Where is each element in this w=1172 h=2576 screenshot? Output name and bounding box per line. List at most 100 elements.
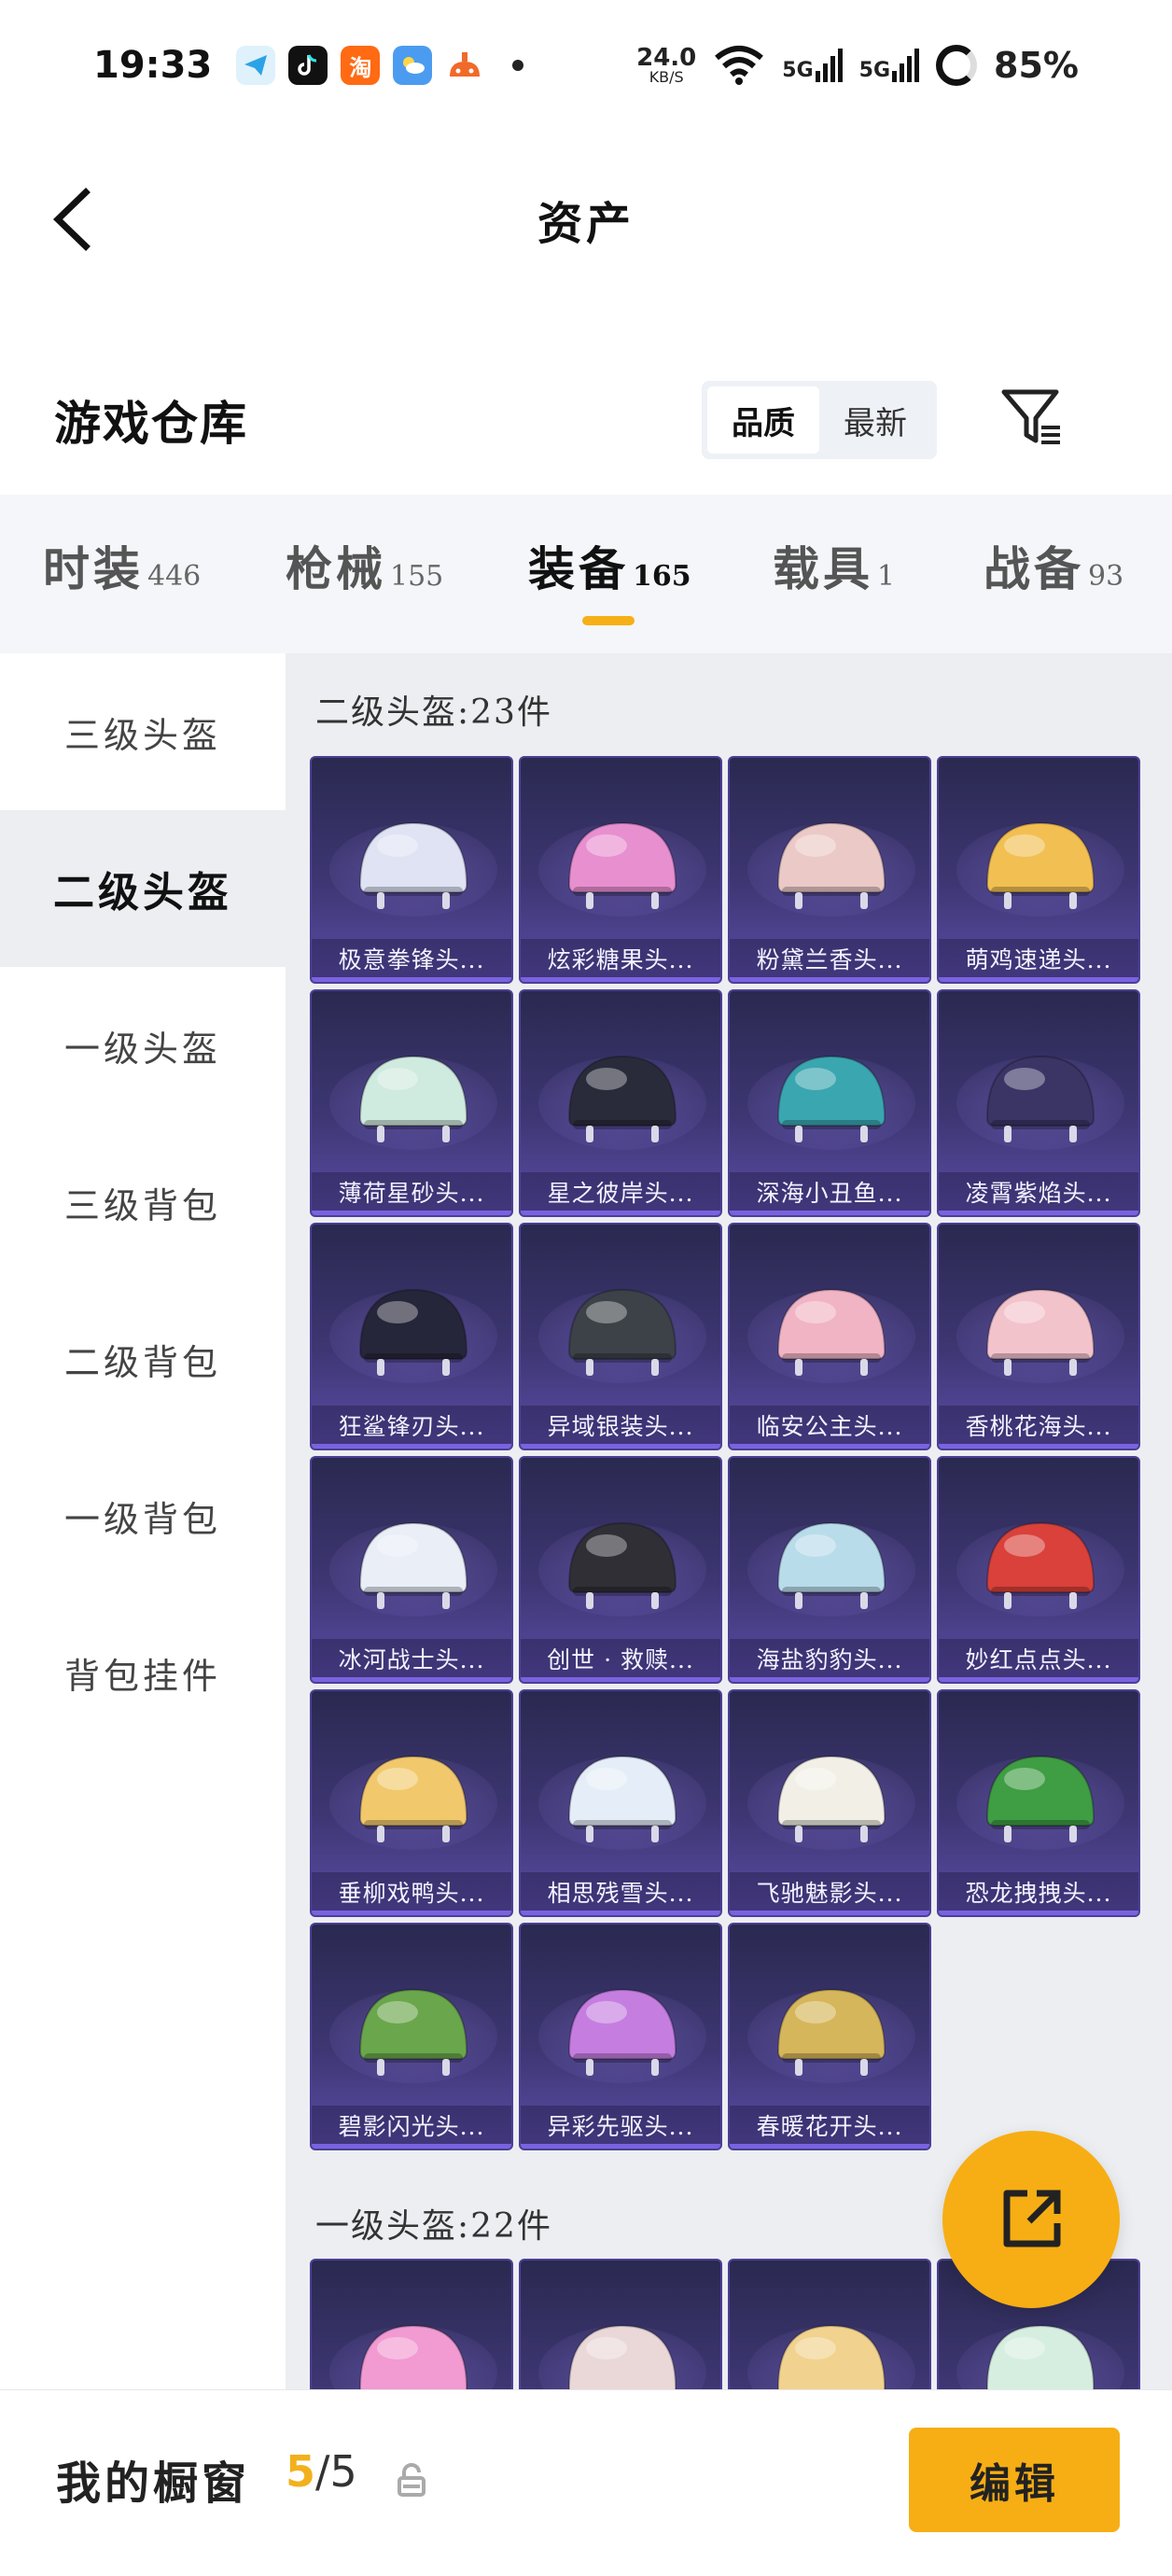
helmet-item-card[interactable]: 香桃花海头... bbox=[937, 1223, 1140, 1450]
helmet-item-card[interactable] bbox=[728, 2259, 931, 2389]
helmet-item-card[interactable]: 恐龙拽拽头... bbox=[937, 1689, 1140, 1917]
helmet-item-card[interactable]: 狂鲨锋刃头... bbox=[310, 1223, 513, 1450]
lock-icon bbox=[398, 2463, 426, 2497]
helmet-icon bbox=[358, 1755, 468, 1842]
helmet-item-card[interactable]: 异彩先驱头... bbox=[519, 1923, 722, 2150]
sidebar-item-level2-helmet[interactable]: 二级头盔 bbox=[0, 810, 286, 967]
helmet-item-card[interactable]: 薄荷星砂头... bbox=[310, 989, 513, 1217]
sidebar-item-level3-helmet[interactable]: 三级头盔 bbox=[0, 653, 286, 810]
back-arrow-icon[interactable] bbox=[47, 187, 103, 252]
helmet-icon bbox=[567, 2324, 677, 2389]
helmet-item-card[interactable]: 炫彩糖果头... bbox=[519, 756, 722, 984]
filter-icon[interactable] bbox=[998, 383, 1066, 450]
showcase-separator: / bbox=[315, 2446, 330, 2497]
signal-5g-1-label: 5G bbox=[782, 59, 814, 82]
helmet-icon bbox=[358, 1988, 468, 2076]
edit-button[interactable]: 编辑 bbox=[909, 2428, 1120, 2532]
tab-firearms[interactable]: 枪械 155 bbox=[286, 532, 443, 599]
sidebar-item-level1-backpack[interactable]: 一级背包 bbox=[0, 1437, 286, 1594]
helmet-item-name: 萌鸡速递头... bbox=[939, 939, 1138, 982]
sidebar-item-backpack-charm[interactable]: 背包挂件 bbox=[0, 1594, 286, 1751]
tab-battle-supplies[interactable]: 战备 93 bbox=[984, 532, 1123, 599]
tab-count: 1 bbox=[877, 560, 896, 593]
helmet-icon bbox=[985, 1288, 1095, 1376]
signal-bars-icon bbox=[815, 49, 843, 82]
sort-latest-button[interactable]: 最新 bbox=[819, 386, 931, 454]
tab-equipment[interactable]: 装备 165 bbox=[528, 532, 691, 599]
helmet-item-card[interactable]: 海盐豹豹头... bbox=[728, 1456, 931, 1684]
sidebar-item-level1-helmet[interactable]: 一级头盔 bbox=[0, 967, 286, 1124]
card-rarity-bar bbox=[312, 1444, 511, 1449]
helmet-item-card[interactable]: 星之彼岸头... bbox=[519, 989, 722, 1217]
helmet-item-card[interactable]: 创世 · 救赎... bbox=[519, 1456, 722, 1684]
sidebar-item-level2-backpack[interactable]: 二级背包 bbox=[0, 1281, 286, 1437]
helmet-item-card[interactable]: 凌霄紫焰头... bbox=[937, 989, 1140, 1217]
helmet-item-name: 临安公主头... bbox=[730, 1406, 929, 1449]
helmet-item-name: 相思残雪头... bbox=[521, 1872, 720, 1915]
card-rarity-bar bbox=[312, 2144, 511, 2149]
notification-dot-icon bbox=[512, 60, 524, 71]
helmet-item-card[interactable]: 春暖花开头... bbox=[728, 1923, 931, 2150]
helmet-icon bbox=[776, 2324, 886, 2389]
helmet-item-card[interactable]: 碧影闪光头... bbox=[310, 1923, 513, 2150]
helmet-item-card[interactable]: 深海小丑鱼... bbox=[728, 989, 931, 1217]
warehouse-row: 游戏仓库 品质 最新 bbox=[0, 373, 1172, 467]
helmet-item-name: 妙红点点头... bbox=[939, 1639, 1138, 1682]
helmet-icon bbox=[567, 1288, 677, 1376]
helmet-item-card[interactable]: 临安公主头... bbox=[728, 1223, 931, 1450]
helmet-item-card[interactable]: 粉黛兰香头... bbox=[728, 756, 931, 984]
helmet-icon bbox=[985, 2324, 1095, 2389]
tab-count: 155 bbox=[390, 560, 444, 593]
helmet-icon bbox=[358, 1055, 468, 1142]
helmet-item-card[interactable]: 异域银装头... bbox=[519, 1223, 722, 1450]
helmet-item-card[interactable]: 极意拳锋头... bbox=[310, 756, 513, 984]
card-rarity-bar bbox=[730, 2144, 929, 2149]
tab-label: 载具 bbox=[773, 541, 873, 596]
helmet-item-card[interactable]: 垂柳戏鸭头... bbox=[310, 1689, 513, 1917]
share-button[interactable] bbox=[942, 2131, 1120, 2308]
section-title: 二级头盔:23件 bbox=[315, 693, 552, 732]
card-rarity-bar bbox=[939, 1444, 1138, 1449]
helmet-icon bbox=[776, 1755, 886, 1842]
card-rarity-bar bbox=[730, 1677, 929, 1682]
helmet-item-card[interactable] bbox=[310, 2259, 513, 2389]
helmet-icon bbox=[358, 1521, 468, 1609]
status-right: 24.0 KB/S 5G 5G 85% bbox=[636, 45, 1079, 86]
helmet-item-name: 狂鲨锋刃头... bbox=[312, 1406, 511, 1449]
helmet-item-card[interactable]: 相思残雪头... bbox=[519, 1689, 722, 1917]
helmet-icon bbox=[567, 1988, 677, 2076]
sidebar-item-level3-backpack[interactable]: 三级背包 bbox=[0, 1124, 286, 1281]
network-speed: 24.0 KB/S bbox=[636, 46, 696, 85]
card-rarity-bar bbox=[939, 1911, 1138, 1915]
page-title: 资产 bbox=[537, 198, 635, 250]
helmet-item-name: 恐龙拽拽头... bbox=[939, 1872, 1138, 1915]
helmet-item-name: 深海小丑鱼... bbox=[730, 1172, 929, 1215]
helmet-item-name: 冰河战士头... bbox=[312, 1639, 511, 1682]
helmet-icon bbox=[776, 1288, 886, 1376]
weather-icon bbox=[393, 46, 433, 85]
network-speed-unit: KB/S bbox=[649, 68, 684, 86]
sort-quality-button[interactable]: 品质 bbox=[707, 386, 819, 454]
helmet-icon bbox=[358, 821, 468, 909]
helmet-item-card[interactable]: 萌鸡速递头... bbox=[937, 756, 1140, 984]
helmet-item-card[interactable] bbox=[519, 2259, 722, 2389]
helmet-item-card[interactable]: 飞驰魅影头... bbox=[728, 1689, 931, 1917]
helmet-icon bbox=[567, 1521, 677, 1609]
helmet-item-name: 星之彼岸头... bbox=[521, 1172, 720, 1215]
card-rarity-bar bbox=[312, 1911, 511, 1915]
helmet-item-card[interactable]: 冰河战士头... bbox=[310, 1456, 513, 1684]
tab-vehicles[interactable]: 载具 1 bbox=[773, 532, 895, 599]
signal-5g-2: 5G bbox=[859, 49, 920, 82]
helmet-icon bbox=[985, 1521, 1095, 1609]
tiktok-icon bbox=[288, 46, 328, 85]
helmet-item-name: 炫彩糖果头... bbox=[521, 939, 720, 982]
status-time: 19:33 bbox=[93, 44, 213, 87]
card-rarity-bar bbox=[312, 977, 511, 982]
showcase-label: 我的橱窗 bbox=[56, 2457, 251, 2510]
helmet-item-card[interactable]: 妙红点点头... bbox=[937, 1456, 1140, 1684]
tab-fashion[interactable]: 时装 446 bbox=[43, 532, 201, 599]
helmet-icon bbox=[567, 1055, 677, 1142]
card-rarity-bar bbox=[730, 977, 929, 982]
helmet-icon bbox=[567, 821, 677, 909]
sort-toggle: 品质 最新 bbox=[702, 381, 937, 459]
